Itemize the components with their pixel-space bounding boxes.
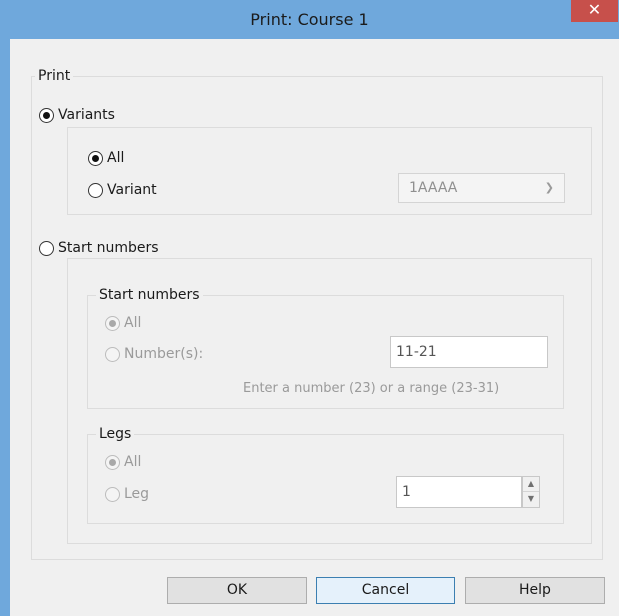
variants-all-label: All xyxy=(107,150,125,166)
help-button[interactable]: Help xyxy=(465,577,605,604)
close-icon: ✕ xyxy=(587,0,602,19)
legs-all-radio[interactable]: All xyxy=(105,452,141,472)
legs-all-radio-dot[interactable] xyxy=(105,454,120,470)
leg-radio[interactable]: Leg xyxy=(105,484,149,504)
variant-radio-dot[interactable] xyxy=(88,182,103,198)
numbers-radio[interactable]: Number(s): xyxy=(105,344,203,364)
close-button[interactable]: ✕ xyxy=(571,0,618,22)
variants-radio-dot[interactable] xyxy=(39,107,54,123)
variant-radio[interactable]: Variant xyxy=(88,180,157,200)
numbers-input[interactable]: 11-21 xyxy=(390,336,548,368)
numbers-hint: Enter a number (23) or a range (23-31) xyxy=(243,381,500,396)
start-numbers-all-radio[interactable]: All xyxy=(105,313,141,333)
variants-all-radio[interactable]: All xyxy=(88,148,124,168)
start-numbers-all-label: All xyxy=(124,315,142,331)
numbers-radio-dot[interactable] xyxy=(105,346,120,362)
variant-label: Variant xyxy=(107,182,157,198)
start-numbers-all-radio-dot[interactable] xyxy=(105,315,120,331)
cancel-button[interactable]: Cancel xyxy=(316,577,455,604)
title-bar[interactable]: Print: Course 1 ✕ xyxy=(0,0,619,39)
start-numbers-group-label: Start numbers xyxy=(96,287,203,303)
numbers-label: Number(s): xyxy=(124,346,204,362)
window-title: Print: Course 1 xyxy=(250,10,369,29)
print-dialog: Print: Course 1 ✕ Print Variants All Var… xyxy=(0,0,619,616)
start-numbers-radio[interactable]: Start numbers xyxy=(39,238,159,258)
dialog-body: Print Variants All Variant 1AAAA ❯ Start… xyxy=(10,39,619,616)
ok-button[interactable]: OK xyxy=(167,577,307,604)
leg-label: Leg xyxy=(124,486,150,502)
variants-all-radio-dot[interactable] xyxy=(88,150,103,166)
variants-radio[interactable]: Variants xyxy=(39,105,115,125)
legs-group-label: Legs xyxy=(96,426,135,442)
leg-input[interactable]: 1 xyxy=(396,476,522,508)
variant-select[interactable]: 1AAAA ❯ xyxy=(398,173,565,203)
variant-select-value: 1AAAA xyxy=(409,180,458,196)
spin-down-icon[interactable]: ▼ xyxy=(523,492,539,507)
chevron-down-icon: ❯ xyxy=(544,181,554,194)
leg-radio-dot[interactable] xyxy=(105,486,120,502)
print-group-label: Print xyxy=(35,68,74,84)
legs-all-label: All xyxy=(124,454,142,470)
start-numbers-radio-label: Start numbers xyxy=(58,240,159,256)
start-numbers-radio-dot[interactable] xyxy=(39,240,54,256)
leg-spinner[interactable]: ▲ ▼ xyxy=(522,476,540,508)
spin-up-icon[interactable]: ▲ xyxy=(523,477,539,492)
variants-radio-label: Variants xyxy=(58,107,115,123)
